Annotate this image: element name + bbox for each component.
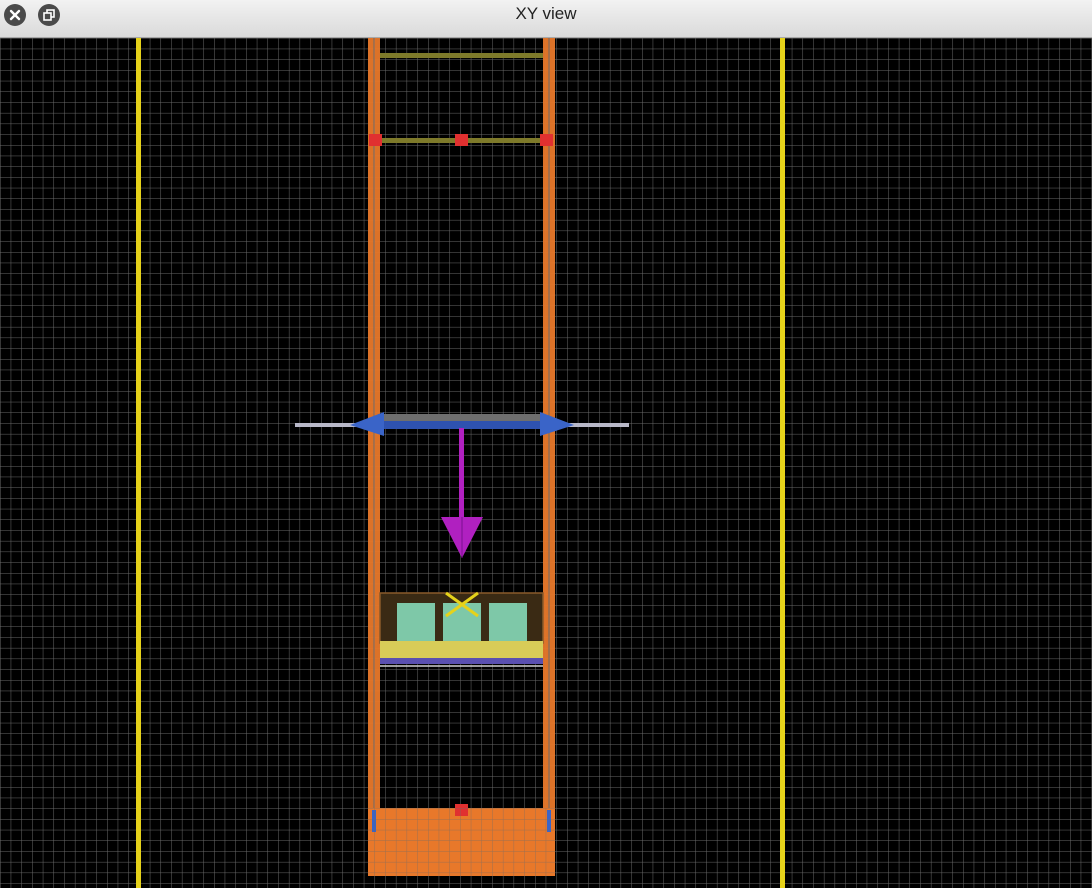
- xy-view-window: XY view: [0, 0, 1092, 888]
- crate-right[interactable]: [489, 603, 527, 643]
- xy-viewport[interactable]: [0, 38, 1092, 888]
- title-bar[interactable]: XY view: [0, 0, 1092, 38]
- top-beam[interactable]: [380, 53, 543, 58]
- window-title: XY view: [515, 4, 577, 23]
- base-grid-overlay: [368, 808, 555, 876]
- crate-left[interactable]: [397, 603, 435, 643]
- cabin-floor-strip: [380, 658, 543, 664]
- left-guide-line: [136, 38, 141, 888]
- right-guide-line: [780, 38, 785, 888]
- manipulator-shaft[interactable]: [384, 421, 540, 429]
- xy-scene[interactable]: [0, 38, 1092, 888]
- upper-beam-center-handle[interactable]: [455, 134, 468, 146]
- cabin-platform[interactable]: [380, 641, 543, 658]
- crate-center[interactable]: [443, 603, 481, 643]
- upper-beam-left-handle[interactable]: [369, 134, 382, 146]
- gravity-arrow-stem: [459, 428, 464, 518]
- upper-beam-right-handle[interactable]: [540, 134, 553, 146]
